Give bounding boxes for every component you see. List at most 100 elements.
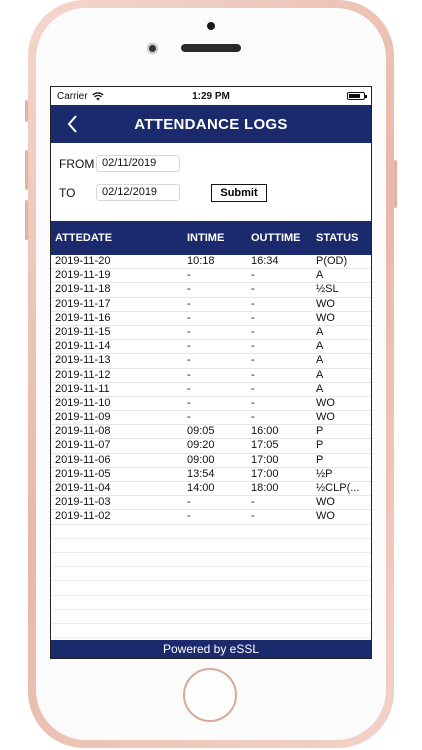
table-row[interactable]: 2019-11-19 - - A [51, 269, 371, 284]
cell-attedate: 2019-11-11 [55, 382, 110, 395]
empty-row [51, 624, 371, 639]
table-row[interactable]: 2019-11-08 09:05 16:00 P [51, 425, 371, 440]
empty-row [51, 539, 371, 553]
cell-attedate: 2019-11-10 [55, 396, 111, 409]
table-row[interactable]: 2019-11-20 10:18 16:34 P(OD) [51, 255, 371, 270]
app-screen: Carrier 1:29 PM ATTENDANCE LOGS FROM 02/… [50, 86, 372, 659]
table-row[interactable]: 2019-11-06 09:00 17:00 P [51, 454, 371, 468]
cell-status: A [316, 325, 324, 338]
cell-intime: - [187, 269, 191, 282]
table-header: ATTEDATE INTIME OUTTIME STATUS [51, 221, 371, 255]
table-row[interactable]: 2019-11-13 - - A [51, 354, 371, 369]
table-row[interactable]: 2019-11-14 - - A [51, 340, 371, 355]
column-header-status: STATUS [316, 232, 359, 244]
empty-row [51, 567, 371, 582]
table-empty-area [51, 525, 371, 639]
cell-status: P(OD) [316, 255, 348, 267]
table-row[interactable]: 2019-11-02 - - WO [51, 510, 371, 525]
cell-status: ½CLP(... [316, 482, 360, 494]
cell-attedate: 2019-11-12 [55, 368, 111, 381]
submit-button[interactable]: Submit [211, 184, 267, 202]
cell-outtime: - [251, 411, 255, 424]
volume-down-button [25, 200, 28, 240]
cell-outtime: 16:00 [251, 425, 279, 438]
cell-intime: 09:00 [187, 453, 215, 466]
cell-status: A [316, 340, 324, 353]
cell-intime: - [187, 496, 191, 509]
cell-outtime: - [251, 382, 255, 395]
table-row[interactable]: 2019-11-10 - - WO [51, 396, 371, 412]
column-header-intime: INTIME [187, 232, 225, 244]
cell-outtime: 17:05 [251, 439, 279, 452]
proximity-sensor [207, 22, 215, 30]
cell-attedate: 2019-11-05 [55, 467, 111, 480]
status-time: 1:29 PM [192, 90, 230, 102]
cell-status: WO [316, 311, 335, 324]
cell-attedate: 2019-11-18 [55, 283, 111, 296]
cell-intime: - [187, 510, 191, 523]
cell-attedate: 2019-11-04 [55, 482, 111, 494]
table-row[interactable]: 2019-11-04 14:00 18:00 ½CLP(... [51, 482, 371, 497]
table-row[interactable]: 2019-11-09 - - WO [51, 411, 371, 426]
table-row[interactable]: 2019-11-03 - - WO [51, 496, 371, 511]
empty-row [51, 610, 371, 624]
cell-outtime: 16:34 [251, 255, 279, 267]
cell-status: WO [316, 297, 335, 310]
to-label: TO [59, 186, 76, 200]
cell-status: P [316, 425, 324, 438]
table-row[interactable]: 2019-11-11 - - A [51, 383, 371, 397]
page-title: ATTENDANCE LOGS [134, 115, 288, 133]
table-row[interactable]: 2019-11-07 09:20 17:05 P [51, 439, 371, 454]
to-date-field[interactable]: 02/12/2019 [96, 184, 180, 201]
cell-intime: - [187, 411, 191, 424]
table-row[interactable]: 2019-11-18 - - ½SL [51, 283, 371, 298]
power-button [394, 160, 397, 208]
cell-status: A [316, 269, 324, 282]
cell-status: A [316, 354, 324, 367]
cell-outtime: - [251, 297, 255, 310]
cell-attedate: 2019-11-16 [55, 311, 111, 324]
empty-row [51, 581, 371, 596]
cell-status: WO [316, 411, 335, 424]
table-row[interactable]: 2019-11-16 - - WO [51, 312, 371, 326]
back-arrow-icon[interactable] [63, 113, 85, 135]
cell-attedate: 2019-11-14 [55, 340, 111, 353]
powered-by-footer: Powered by eSSL [51, 640, 371, 658]
cell-attedate: 2019-11-09 [55, 411, 111, 424]
cell-status: WO [316, 496, 335, 509]
cell-outtime: 17:00 [251, 453, 279, 466]
home-button[interactable] [183, 668, 237, 722]
empty-row [51, 553, 371, 568]
front-camera [147, 43, 158, 54]
cell-attedate: 2019-11-07 [55, 439, 111, 452]
from-date-field[interactable]: 02/11/2019 [96, 155, 180, 172]
earpiece-speaker [181, 44, 241, 52]
cell-attedate: 2019-11-02 [55, 510, 111, 523]
cell-attedate: 2019-11-13 [55, 354, 111, 367]
cell-intime: - [187, 297, 191, 310]
table-row[interactable]: 2019-11-05 13:54 17:00 ½P [51, 468, 371, 482]
battery-icon [347, 92, 367, 100]
date-filter: FROM 02/11/2019 TO 02/12/2019 Submit [51, 143, 371, 221]
volume-up-button [25, 150, 28, 190]
table-row[interactable]: 2019-11-17 - - WO [51, 298, 371, 312]
cell-attedate: 2019-11-20 [55, 255, 111, 267]
table-body: 2019-11-20 10:18 16:34 P(OD) 2019-11-19- - A 20… [51, 255, 371, 525]
cell-outtime: - [251, 496, 255, 509]
cell-outtime: - [251, 396, 255, 409]
cell-outtime: - [251, 325, 255, 338]
cell-outtime: - [251, 269, 255, 282]
cell-attedate: 2019-11-08 [55, 425, 111, 438]
column-header-attedate: ATTEDATE [55, 232, 113, 244]
cell-intime: - [187, 382, 191, 395]
cell-outtime: - [251, 368, 255, 381]
cell-outtime: - [251, 283, 255, 296]
cell-intime: - [187, 368, 191, 381]
cell-intime: 13:54 [187, 467, 215, 480]
table-row[interactable]: 2019-11-12 - - A [51, 369, 371, 383]
empty-row [51, 596, 371, 610]
from-label: FROM [59, 157, 95, 171]
table-row[interactable]: 2019-11-15 - - A [51, 325, 371, 341]
cell-outtime: - [251, 311, 255, 324]
cell-intime: - [187, 340, 191, 353]
